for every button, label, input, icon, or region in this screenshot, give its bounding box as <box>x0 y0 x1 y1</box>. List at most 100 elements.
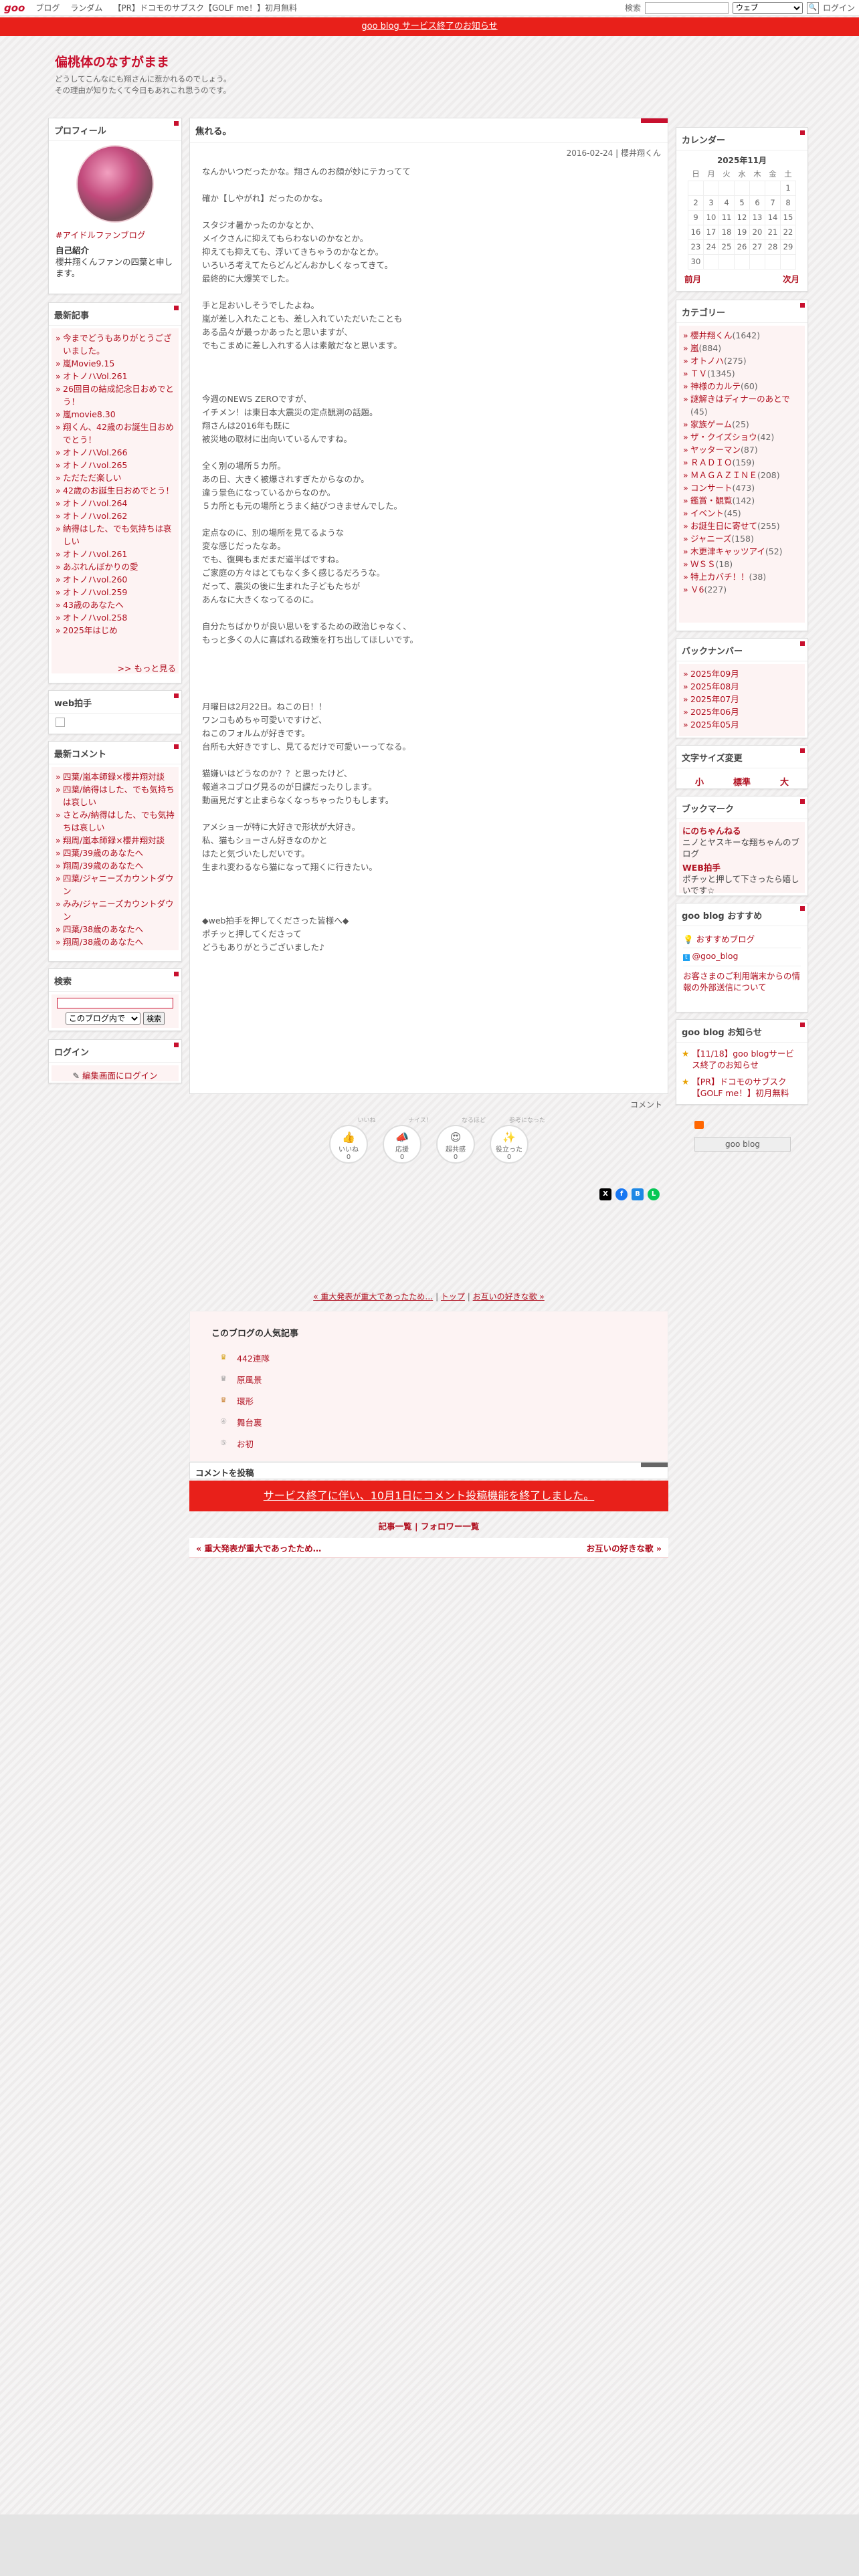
calendar-day[interactable]: 14 <box>765 209 781 225</box>
reaction-like[interactable]: いいね 👍 いいね 0 <box>329 1117 376 1164</box>
search-icon[interactable]: 🔍 <box>806 1 819 14</box>
search-input[interactable] <box>644 1 729 14</box>
recent-post-item[interactable]: 納得はした、でも気持ちは哀しい <box>55 522 175 548</box>
recent-post-item[interactable]: 嵐movie8.30 <box>55 408 175 421</box>
recent-post-item[interactable]: オトノハvol.261 <box>55 548 175 560</box>
x-share-icon[interactable]: X <box>599 1188 611 1200</box>
calendar-day[interactable]: 1 <box>780 180 796 196</box>
reaction-empathy[interactable]: なるほど 😍 超共感 0 <box>436 1117 486 1164</box>
category-item[interactable]: ＲＡＤＩＯ(159) <box>682 456 801 469</box>
blog-search-scope[interactable]: このブログ内で <box>65 1012 140 1025</box>
calendar-prev[interactable]: 前月 <box>684 272 701 285</box>
recent-post-item[interactable]: オトノハvol.264 <box>55 497 175 510</box>
post-title[interactable]: 焦れる。 <box>190 118 668 143</box>
calendar-day[interactable]: 18 <box>719 224 735 240</box>
category-item[interactable]: 神様のカルテ(60) <box>682 380 801 393</box>
nav-top-link[interactable]: トップ <box>441 1292 465 1301</box>
category-item[interactable]: Ｖ6(227) <box>682 583 801 596</box>
category-item[interactable]: ヤッターマン(87) <box>682 443 801 456</box>
calendar-day[interactable]: 19 <box>734 224 750 240</box>
category-item[interactable]: ジャニーズ(158) <box>682 532 801 545</box>
calendar-day[interactable]: 30 <box>688 253 704 270</box>
goo-notice-link[interactable]: 【11/18】goo blogサービス終了のお知らせ <box>692 1048 802 1071</box>
comment-closed-link[interactable]: サービス終了に伴い、10月1日にコメント投稿機能を終了しました。 <box>264 1489 595 1502</box>
twitter-link[interactable]: @goo_blog <box>692 951 739 961</box>
category-item[interactable]: 家族ゲーム(25) <box>682 418 801 431</box>
recent-post-item[interactable]: 今までどうもありがとうございました。 <box>55 332 175 357</box>
category-item[interactable]: オトノハ(275) <box>682 354 801 367</box>
calendar-day[interactable]: 9 <box>688 209 704 225</box>
calendar-day[interactable]: 6 <box>749 195 765 211</box>
category-item[interactable]: 木更津キャッツアイ(52) <box>682 545 801 558</box>
recent-post-item[interactable]: 翔くん、42歳のお誕生日おめでとう！ <box>55 421 175 446</box>
calendar-day[interactable]: 24 <box>703 239 719 255</box>
calendar-day[interactable]: 17 <box>703 224 719 240</box>
login-link[interactable]: ログイン <box>823 2 855 13</box>
recent-post-item[interactable]: オトノハvol.260 <box>55 573 175 586</box>
calendar-day[interactable]: 22 <box>780 224 796 240</box>
comment-item[interactable]: みみ/ジャニーズカウントダウン <box>55 897 175 923</box>
category-item[interactable]: イベント(45) <box>682 507 801 520</box>
category-item[interactable]: 鑑賞・観覧(142) <box>682 494 801 507</box>
post-list-link[interactable]: 記事一覧 <box>379 1521 412 1531</box>
popular-item[interactable]: お初 <box>237 1437 254 1450</box>
popular-item[interactable]: 舞台裏 <box>237 1416 262 1428</box>
nav-random[interactable]: ランダム <box>70 2 102 13</box>
category-item[interactable]: ＭＡＧＡＺＩＮＥ(208) <box>682 469 801 481</box>
nav-next-link[interactable]: お互いの好きな歌 » <box>473 1292 545 1301</box>
calendar-day[interactable]: 25 <box>719 239 735 255</box>
broken-image-icon[interactable] <box>56 718 65 727</box>
recent-post-item[interactable]: オトノハVol.261 <box>55 370 175 383</box>
service-end-link[interactable]: goo blog サービス終了のお知らせ <box>361 21 497 31</box>
calendar-day[interactable]: 21 <box>765 224 781 240</box>
comment-item[interactable]: さとみ/納得はした、でも気持ちは哀しい <box>55 809 175 834</box>
blog-search-button[interactable]: 検索 <box>143 1011 165 1025</box>
font-large-button[interactable]: 大 <box>780 775 789 788</box>
calendar-day[interactable]: 23 <box>688 239 704 255</box>
comment-item[interactable]: 翔周/38歳のあなたへ <box>55 936 175 948</box>
external-info-link[interactable]: お客さまのご利用端末からの情報の外部送信について <box>683 971 800 992</box>
calendar-day[interactable]: 29 <box>780 239 796 255</box>
goo-logo[interactable]: goo <box>4 2 25 14</box>
reaction-cheer[interactable]: ナイス！ 📣 応援 0 <box>383 1117 432 1164</box>
recent-post-item[interactable]: 42歳のお誕生日おめでとう！ <box>55 484 175 497</box>
follower-list-link[interactable]: フォロワー一覧 <box>421 1521 480 1531</box>
recent-post-item[interactable]: 43歳のあなたへ <box>55 599 175 611</box>
category-item[interactable]: ＷＳＳ(18) <box>682 558 801 570</box>
recent-post-item[interactable]: ただただ楽しい <box>55 471 175 484</box>
comment-item[interactable]: 四葉/39歳のあなたへ <box>55 847 175 859</box>
category-item[interactable]: 特上カバチ！！(38) <box>682 570 801 583</box>
popular-item[interactable]: 442連隊 <box>237 1352 270 1364</box>
edit-login-link[interactable]: 編集画面にログイン <box>82 1071 158 1081</box>
comment-item[interactable]: 四葉/ジャニーズカウントダウン <box>55 872 175 897</box>
calendar-day[interactable]: 28 <box>765 239 781 255</box>
recommend-link[interactable]: おすすめブログ <box>696 934 755 944</box>
recent-post-item[interactable]: 2025年はじめ <box>55 624 175 637</box>
line-share-icon[interactable]: L <box>648 1188 660 1200</box>
recent-post-item[interactable]: 26回目の結成記念日おめでとう！ <box>55 383 175 408</box>
category-item[interactable]: 謎解きはディナーのあとで(45) <box>682 393 801 418</box>
calendar-day[interactable]: 10 <box>703 209 719 225</box>
calendar-day[interactable]: 12 <box>734 209 750 225</box>
hatena-share-icon[interactable]: B <box>632 1188 644 1200</box>
more-link[interactable]: >> もっと見る <box>118 663 176 673</box>
next-post-link[interactable]: お互いの好きな歌 » <box>587 1541 662 1554</box>
calendar-day[interactable]: 8 <box>780 195 796 211</box>
backnumber-item[interactable]: 2025年09月 <box>682 667 801 680</box>
reaction-useful[interactable]: 参考になった ✨ 役立った 0 <box>490 1117 545 1164</box>
goo-notice-link[interactable]: 【PR】ドコモのサブスク【GOLF me！】初月無料 <box>692 1076 802 1099</box>
backnumber-item[interactable]: 2025年06月 <box>682 706 801 718</box>
popular-item[interactable]: 原風景 <box>237 1373 262 1386</box>
calendar-day[interactable]: 4 <box>719 195 735 211</box>
calendar-day[interactable]: 13 <box>749 209 765 225</box>
recent-post-item[interactable]: 嵐Movie9.15 <box>55 357 175 370</box>
goo-blog-footer-logo[interactable]: goo blog <box>694 1137 791 1152</box>
popular-item[interactable]: 環形 <box>237 1394 254 1407</box>
category-item[interactable]: 櫻井翔くん(1642) <box>682 329 801 342</box>
recent-post-item[interactable]: あぶれんぼかりの愛 <box>55 560 175 573</box>
comment-item[interactable]: 四葉/38歳のあなたへ <box>55 923 175 936</box>
recent-post-item[interactable]: オトノハvol.258 <box>55 611 175 624</box>
category-item[interactable]: 嵐(884) <box>682 342 801 354</box>
calendar-day[interactable]: 20 <box>749 224 765 240</box>
blog-title[interactable]: 偏桃体のなすがまま <box>55 52 169 70</box>
